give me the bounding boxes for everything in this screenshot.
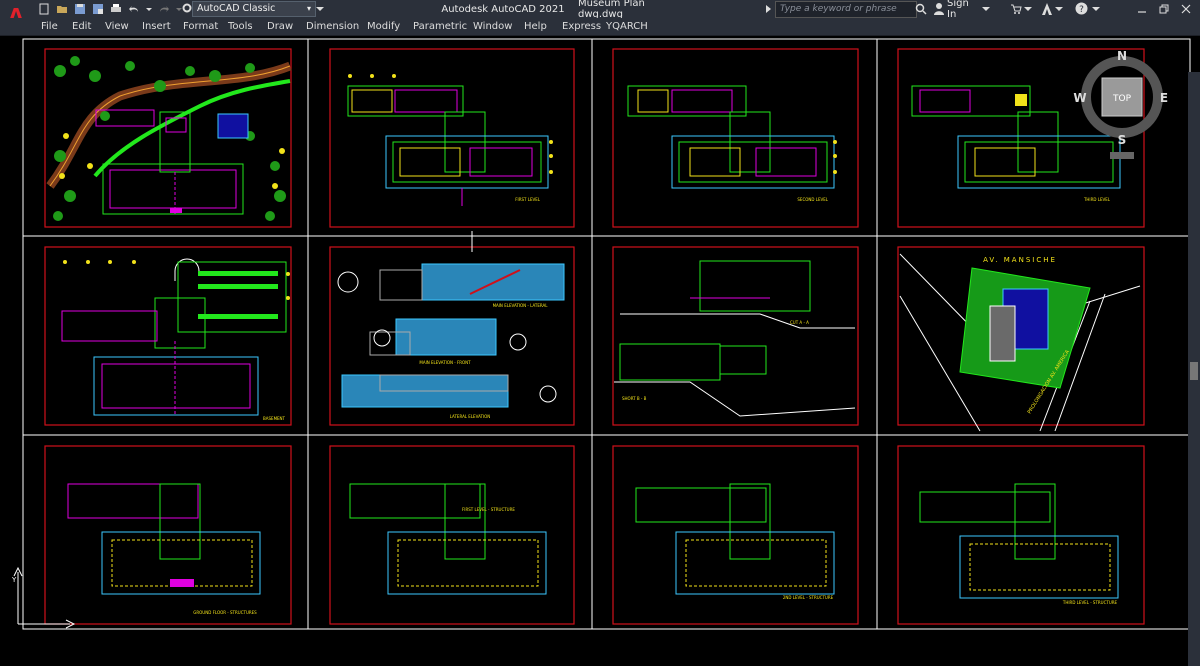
- search-placeholder: Type a keyword or phrase: [780, 4, 897, 14]
- viewcube-top-face[interactable]: TOP: [1112, 94, 1132, 104]
- redo-icon[interactable]: [158, 3, 170, 15]
- sheet-first-structure: FIRST LEVEL - STRUCTURE: [349, 483, 547, 595]
- menu-format[interactable]: Format: [183, 18, 218, 35]
- help-icon[interactable]: ?: [1075, 2, 1088, 15]
- menu-insert[interactable]: Insert: [142, 18, 171, 35]
- viewcube-ring: N S E W TOP: [1073, 49, 1168, 159]
- cart-dropdown-icon[interactable]: [1024, 5, 1032, 13]
- sheet-sections: CUT A - A SHORT B - B: [614, 260, 856, 417]
- sheet-first-level: FIRST LEVEL: [347, 74, 553, 206]
- ucs-icon: Y: [11, 566, 76, 629]
- sheet-location-plan: AV. MANSICHE PROLONGACION AV. AMERICA: [899, 253, 1141, 432]
- minimize-icon[interactable]: [1136, 3, 1148, 15]
- sheet-second-structure: 2ND LEVEL - STRUCTURE: [635, 483, 835, 600]
- close-icon[interactable]: [1180, 3, 1192, 15]
- label-section-a: CUT A - A: [790, 320, 809, 325]
- label-third-level: THIRD LEVEL: [1083, 197, 1111, 202]
- scrollbar-thumb[interactable]: [1190, 362, 1198, 380]
- save-as-icon[interactable]: [92, 3, 104, 15]
- sign-in-button[interactable]: Sign In: [947, 0, 977, 20]
- drawing-canvas[interactable]: FIRST LEVEL SECOND LEVEL THIRD LEVEL BAS…: [0, 36, 1200, 666]
- sheet-third-structure: THIRD LEVEL - STRUCTURE: [919, 483, 1119, 605]
- new-file-icon[interactable]: [38, 3, 50, 15]
- label-main-elev-front: MAIN ELEVATION - FRONT: [419, 360, 471, 365]
- a360-dropdown-icon[interactable]: [1055, 5, 1063, 13]
- quick-access-toolbar: [38, 0, 198, 18]
- menu-dimension[interactable]: Dimension: [306, 18, 359, 35]
- help-dropdown-icon[interactable]: [1092, 5, 1100, 13]
- restore-icon[interactable]: [1158, 3, 1170, 15]
- model-space: FIRST LEVEL SECOND LEVEL THIRD LEVEL BAS…: [11, 38, 1191, 630]
- customize-qat-icon[interactable]: [316, 4, 324, 12]
- label-first-structure: FIRST LEVEL - STRUCTURE: [462, 507, 515, 512]
- workspace-dropdown[interactable]: AutoCAD Classic ▾: [192, 1, 316, 17]
- chevron-down-icon: ▾: [306, 4, 311, 13]
- menu-help[interactable]: Help: [524, 18, 547, 35]
- sheet-site-plan: [46, 56, 292, 221]
- label-lateral-elev: LATERAL ELEVATION: [450, 414, 491, 419]
- label-first-level: FIRST LEVEL: [515, 197, 541, 202]
- menu-file[interactable]: File: [41, 18, 58, 35]
- sheet-ground-structure: GROUND FLOOR - STRUCTURES: [67, 483, 261, 615]
- ucs-menu-button[interactable]: [1110, 152, 1134, 159]
- user-icon: [934, 3, 944, 15]
- file-title: Museum Plan dwg.dwg: [578, 0, 645, 20]
- sheet-elevations: MAIN ELEVATION - LATERAL MAIN ELEVATION …: [337, 231, 565, 419]
- app-title: Autodesk AutoCAD 2021: [441, 3, 565, 15]
- menu-parametric[interactable]: Parametric: [413, 18, 467, 35]
- label-street-mansiche: AV. MANSICHE: [983, 256, 1057, 264]
- compass-east[interactable]: E: [1160, 91, 1168, 105]
- compass-north[interactable]: N: [1117, 49, 1127, 63]
- autodesk-a360-icon[interactable]: [1040, 2, 1054, 16]
- menu-view[interactable]: View: [105, 18, 129, 35]
- search-expand-icon[interactable]: [764, 5, 772, 13]
- search-input[interactable]: Type a keyword or phrase: [775, 1, 917, 18]
- workspace-name: AutoCAD Classic: [197, 3, 276, 14]
- search-icon[interactable]: [915, 3, 927, 15]
- svg-text:Y: Y: [11, 576, 17, 584]
- save-icon[interactable]: [74, 3, 86, 15]
- menu-yqarch[interactable]: YQARCH: [606, 18, 648, 35]
- undo-icon[interactable]: [128, 3, 140, 15]
- label-ground-structure: GROUND FLOOR - STRUCTURES: [193, 610, 257, 615]
- viewcube[interactable]: N S E W TOP: [1072, 49, 1168, 160]
- label-second-level: SECOND LEVEL: [797, 197, 828, 202]
- menu-edit[interactable]: Edit: [72, 18, 91, 35]
- sheet-basement: BASEMENT: [61, 258, 290, 421]
- sign-in-dropdown-icon[interactable]: [982, 5, 990, 13]
- compass-west[interactable]: W: [1073, 91, 1086, 105]
- vertical-scrollbar[interactable]: [1188, 72, 1200, 666]
- label-section-b: SHORT B - B: [622, 396, 647, 401]
- menu-draw[interactable]: Draw: [267, 18, 293, 35]
- menu-express[interactable]: Express: [562, 18, 601, 35]
- title-bar: A AutoCAD Classic ▾ Autodesk AutoCAD 2021…: [0, 0, 1200, 33]
- label-basement: BASEMENT: [263, 416, 286, 421]
- label-third-structure: THIRD LEVEL - STRUCTURE: [1062, 600, 1118, 605]
- undo-dropdown-icon[interactable]: [146, 3, 152, 15]
- compass-south[interactable]: S: [1118, 133, 1127, 147]
- menu-modify[interactable]: Modify: [367, 18, 400, 35]
- svg-text:?: ?: [1079, 5, 1084, 15]
- cart-icon[interactable]: [1010, 3, 1022, 15]
- menu-tools[interactable]: Tools: [228, 18, 253, 35]
- label-main-elev-lateral: MAIN ELEVATION - LATERAL: [493, 303, 549, 308]
- open-folder-icon[interactable]: [56, 3, 68, 15]
- menu-window[interactable]: Window: [473, 18, 512, 35]
- label-second-structure: 2ND LEVEL - STRUCTURE: [783, 595, 834, 600]
- print-icon[interactable]: [110, 3, 122, 15]
- sheet-second-level: SECOND LEVEL: [627, 85, 837, 202]
- workspace-gear-icon: [182, 3, 192, 13]
- menu-bar: File Edit View Insert Format Tools Draw …: [0, 18, 1200, 36]
